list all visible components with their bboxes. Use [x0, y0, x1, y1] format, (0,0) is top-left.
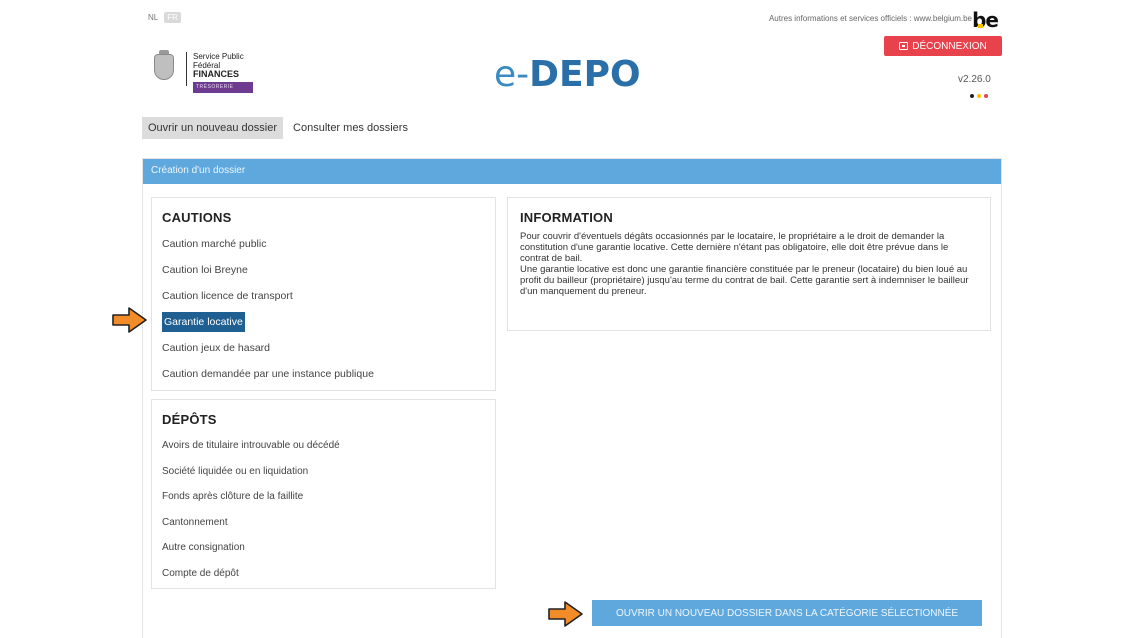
orange-arrow-icon — [548, 601, 583, 627]
app-title-prefix: e- — [494, 54, 530, 95]
depot-compte-depot[interactable]: Compte de dépôt — [162, 568, 239, 579]
main-nav: Ouvrir un nouveau dossier Consulter mes … — [142, 117, 414, 139]
logo-divider — [186, 52, 187, 86]
open-new-dossier-button[interactable]: OUVRIR UN NOUVEAU DOSSIER DANS LA CATÉGO… — [592, 600, 982, 626]
logo-text: Service Public Fédéral FINANCES TRÉSORER… — [193, 52, 253, 93]
flag-dot-black — [970, 94, 974, 98]
belgian-crest-icon — [148, 50, 180, 82]
header: Service Public Fédéral FINANCES TRÉSORER… — [122, 32, 1002, 127]
list-item[interactable]: Caution jeux de hasard — [162, 335, 485, 361]
depot-cantonnement[interactable]: Cantonnement — [162, 517, 228, 528]
list-item[interactable]: Fonds après clôture de la faillite — [162, 484, 485, 510]
logout-label: DÉCONNEXION — [912, 40, 987, 52]
panel-header: Création d'un dossier — [143, 159, 1001, 184]
list-item[interactable]: Caution licence de transport — [162, 283, 485, 309]
top-utility-bar: NL FR Autres informations et services of… — [122, 8, 1002, 32]
caution-marche-public[interactable]: Caution marché public — [162, 238, 266, 250]
list-item[interactable]: Cantonnement — [162, 510, 485, 536]
list-item[interactable]: Caution marché public — [162, 231, 485, 257]
information-box: INFORMATION Pour couvrir d'éventuels dég… — [507, 197, 991, 331]
spf-finances-logo[interactable]: Service Public Fédéral FINANCES TRÉSORER… — [148, 50, 253, 93]
logo-line-1: Service Public — [193, 52, 244, 61]
cautions-box: CAUTIONS Caution marché public Caution l… — [151, 197, 496, 391]
logo-line-3: FINANCES — [193, 69, 240, 79]
caution-loi-breyne[interactable]: Caution loi Breyne — [162, 264, 248, 276]
caution-instance-publique[interactable]: Caution demandée par une instance publiq… — [162, 368, 374, 380]
list-item[interactable]: Avoirs de titulaire introuvable ou décéd… — [162, 433, 485, 459]
lang-nl-link[interactable]: NL — [148, 13, 158, 22]
information-paragraph-2: Une garantie locative est donc une garan… — [520, 264, 969, 297]
depots-title: DÉPÔTS — [162, 412, 217, 427]
depots-list: Avoirs de titulaire introuvable ou décéd… — [162, 433, 485, 586]
garantie-locative-selected[interactable]: Garantie locative — [162, 312, 245, 332]
be-logo-text: be — [972, 8, 999, 32]
app-title-main: DEPO — [529, 54, 641, 95]
cautions-list: Caution marché public Caution loi Breyne… — [162, 231, 485, 387]
language-switcher: NL FR — [148, 12, 181, 23]
logout-button[interactable]: DÉCONNEXION — [884, 36, 1002, 56]
logo-tresorerie-band: TRÉSORERIE — [193, 82, 253, 93]
cautions-title: CAUTIONS — [162, 210, 232, 225]
list-item[interactable]: Société liquidée ou en liquidation — [162, 459, 485, 485]
official-services-link[interactable]: Autres informations et services officiel… — [769, 14, 972, 23]
creation-panel: Création d'un dossier CAUTIONS Caution m… — [142, 158, 1002, 638]
page: NL FR Autres informations et services of… — [0, 0, 1137, 638]
information-text: Pour couvrir d'éventuels dégâts occasion… — [520, 231, 978, 297]
tab-my-dossiers[interactable]: Consulter mes dossiers — [287, 117, 414, 139]
list-item[interactable]: Caution loi Breyne — [162, 257, 485, 283]
depot-autre-consignation[interactable]: Autre consignation — [162, 542, 245, 553]
depots-box: DÉPÔTS Avoirs de titulaire introuvable o… — [151, 399, 496, 589]
list-item[interactable]: Autre consignation — [162, 535, 485, 561]
depot-fonds-faillite[interactable]: Fonds après clôture de la faillite — [162, 491, 303, 502]
belgium-be-logo[interactable]: be — [972, 8, 999, 32]
flag-dot-red — [984, 94, 988, 98]
caution-licence-transport[interactable]: Caution licence de transport — [162, 290, 293, 302]
information-paragraph-1: Pour couvrir d'éventuels dégâts occasion… — [520, 231, 949, 264]
tab-new-dossier[interactable]: Ouvrir un nouveau dossier — [142, 117, 284, 139]
information-title: INFORMATION — [520, 210, 613, 225]
logout-icon — [899, 42, 909, 50]
depot-titulaire-introuvable[interactable]: Avoirs de titulaire introuvable ou décéd… — [162, 440, 340, 451]
depot-societe-liquidee[interactable]: Société liquidée ou en liquidation — [162, 466, 308, 477]
be-logo-dot — [978, 24, 984, 28]
list-item[interactable]: Compte de dépôt — [162, 561, 485, 587]
orange-arrow-icon — [112, 307, 147, 333]
list-item[interactable]: Garantie locative — [162, 309, 485, 335]
flag-dot-yellow — [977, 94, 981, 98]
list-item[interactable]: Caution demandée par une instance publiq… — [162, 361, 485, 387]
flag-dots — [970, 94, 988, 98]
lang-fr-link[interactable]: FR — [164, 12, 181, 23]
app-title: e-DEPO — [494, 54, 641, 95]
caution-jeux-hasard[interactable]: Caution jeux de hasard — [162, 342, 270, 354]
version-label: v2.26.0 — [958, 74, 991, 85]
